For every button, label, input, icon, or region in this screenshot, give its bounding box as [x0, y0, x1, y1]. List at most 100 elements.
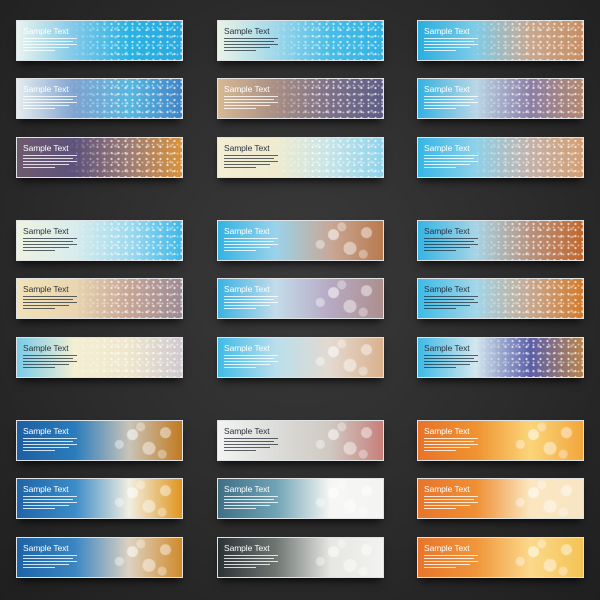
placeholder-text-line	[224, 167, 257, 168]
placeholder-text-line	[23, 361, 77, 362]
placeholder-text-line	[224, 296, 278, 297]
placeholder-text-line	[224, 164, 271, 165]
placeholder-text-line	[23, 450, 56, 451]
placeholder-text-line	[23, 50, 56, 51]
placeholder-text-line	[224, 508, 257, 509]
banner-placeholder-text	[424, 438, 478, 451]
placeholder-text-line	[224, 99, 274, 100]
banner-placeholder-text	[23, 96, 77, 109]
placeholder-text-line	[23, 358, 73, 359]
banner-placeholder-text	[23, 355, 77, 368]
banner-set-1-r3-c3: Sample Text	[417, 137, 584, 178]
banner-title: Sample Text	[23, 284, 69, 294]
placeholder-text-line	[224, 364, 271, 365]
placeholder-text-line	[424, 450, 457, 451]
placeholder-text-line	[23, 155, 77, 156]
banner-placeholder-text	[224, 296, 278, 309]
placeholder-text-line	[424, 241, 474, 242]
banner-placeholder-text	[424, 355, 478, 368]
placeholder-text-line	[424, 158, 474, 159]
placeholder-text-line	[424, 102, 478, 103]
placeholder-text-line	[224, 505, 271, 506]
banner-title: Sample Text	[224, 26, 270, 36]
placeholder-text-line	[224, 361, 278, 362]
placeholder-text-line	[224, 555, 278, 556]
placeholder-text-line	[23, 447, 70, 448]
placeholder-text-line	[224, 355, 278, 356]
placeholder-text-line	[224, 96, 278, 97]
placeholder-text-line	[424, 438, 478, 439]
placeholder-text-line	[23, 302, 77, 303]
placeholder-text-line	[224, 302, 278, 303]
placeholder-text-line	[23, 108, 56, 109]
placeholder-text-line	[23, 308, 56, 309]
placeholder-text-line	[424, 161, 478, 162]
placeholder-text-line	[224, 447, 271, 448]
placeholder-text-line	[224, 238, 278, 239]
placeholder-text-line	[224, 367, 257, 368]
banner-title: Sample Text	[224, 226, 270, 236]
placeholder-text-line	[424, 305, 471, 306]
placeholder-text-line	[23, 247, 70, 248]
placeholder-text-line	[224, 155, 278, 156]
placeholder-text-line	[424, 50, 457, 51]
banner-set-2-r2-c1: Sample Text	[16, 278, 183, 319]
banner-set-2-r1-c1: Sample Text	[16, 220, 183, 261]
banner-placeholder-text	[23, 496, 77, 509]
placeholder-text-line	[23, 296, 77, 297]
placeholder-text-line	[424, 567, 457, 568]
placeholder-text-line	[23, 564, 70, 565]
placeholder-text-line	[424, 47, 471, 48]
placeholder-text-line	[224, 241, 274, 242]
banner-title: Sample Text	[424, 143, 470, 153]
placeholder-text-line	[23, 47, 70, 48]
placeholder-text-line	[23, 441, 73, 442]
placeholder-text-line	[23, 164, 70, 165]
placeholder-text-line	[23, 496, 77, 497]
placeholder-text-line	[23, 238, 77, 239]
banner-placeholder-text	[23, 38, 77, 51]
banner-title: Sample Text	[224, 84, 270, 94]
banner-title: Sample Text	[23, 426, 69, 436]
placeholder-text-line	[424, 164, 471, 165]
banner-set-2-r3-c1: Sample Text	[16, 337, 183, 378]
banner-set-3-r1-c3: Sample Text	[417, 420, 584, 461]
placeholder-text-line	[424, 244, 478, 245]
banner-set-2-r2-c3: Sample Text	[417, 278, 584, 319]
banner-placeholder-text	[23, 155, 77, 168]
placeholder-text-line	[424, 308, 457, 309]
banner-set-1-r2-c2: Sample Text	[217, 78, 384, 119]
banner-placeholder-text	[23, 555, 77, 568]
placeholder-text-line	[224, 558, 274, 559]
placeholder-text-line	[224, 47, 271, 48]
banner-title: Sample Text	[224, 484, 270, 494]
placeholder-text-line	[424, 108, 457, 109]
banner-placeholder-text	[424, 96, 478, 109]
placeholder-text-line	[23, 558, 73, 559]
banner-title: Sample Text	[424, 84, 470, 94]
banner-set-2-r3-c3: Sample Text	[417, 337, 584, 378]
placeholder-text-line	[23, 250, 56, 251]
banner-title: Sample Text	[424, 426, 470, 436]
banner-title: Sample Text	[424, 484, 470, 494]
placeholder-text-line	[23, 99, 73, 100]
placeholder-text-line	[424, 444, 478, 445]
placeholder-text-line	[23, 41, 73, 42]
banner-title: Sample Text	[424, 543, 470, 553]
placeholder-text-line	[224, 105, 271, 106]
placeholder-text-line	[224, 561, 278, 562]
placeholder-text-line	[224, 499, 274, 500]
banner-title: Sample Text	[224, 284, 270, 294]
banner-set-3-r3-c3: Sample Text	[417, 537, 584, 578]
banner-placeholder-text	[23, 296, 77, 309]
placeholder-text-line	[224, 444, 278, 445]
banner-title: Sample Text	[424, 226, 470, 236]
placeholder-text-line	[23, 167, 56, 168]
placeholder-text-line	[424, 364, 471, 365]
placeholder-text-line	[424, 561, 478, 562]
banner-title: Sample Text	[224, 143, 270, 153]
placeholder-text-line	[224, 567, 257, 568]
placeholder-text-line	[424, 367, 457, 368]
banner-title: Sample Text	[23, 143, 69, 153]
banner-placeholder-text	[224, 496, 278, 509]
